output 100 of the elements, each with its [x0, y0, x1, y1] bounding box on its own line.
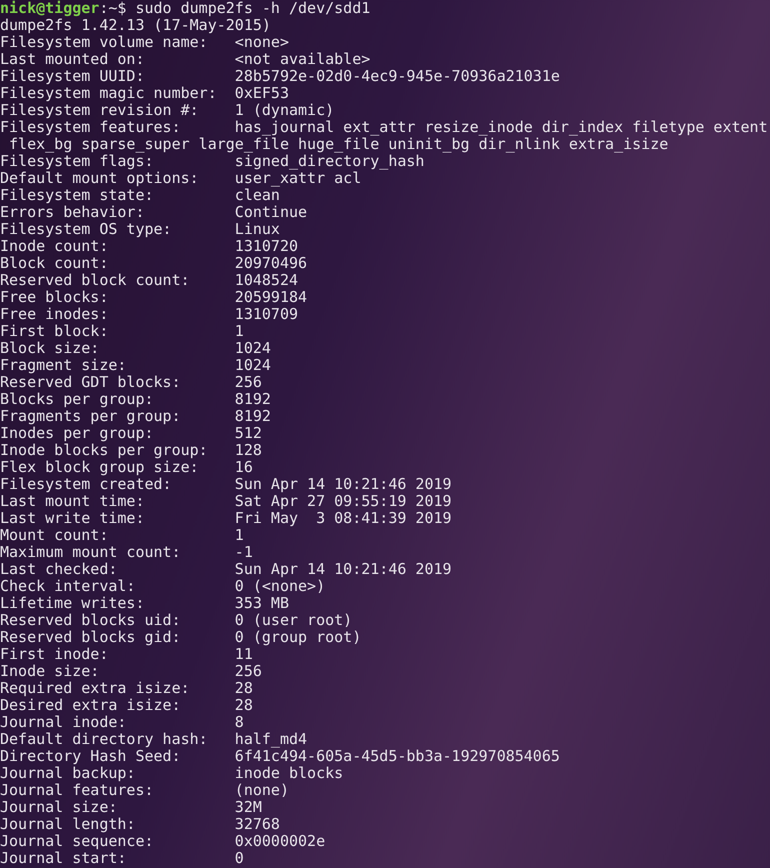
field-value: 8192: [234, 408, 271, 425]
field-value: 0: [234, 850, 244, 867]
field-label: Filesystem created:: [0, 476, 173, 493]
field-value: 1310709: [234, 306, 298, 323]
field-value: -1: [234, 544, 253, 561]
field-value: 0 (<none>): [234, 578, 326, 595]
field-label: Inode count:: [0, 238, 110, 255]
field-value: Sat Apr 27 09:55:19 2019: [234, 493, 452, 510]
field-value: Sun Apr 14 10:21:46 2019: [234, 561, 452, 578]
field-label: Default directory hash:: [0, 731, 209, 748]
field-value: 0x0000002e: [234, 833, 326, 850]
field-label: Filesystem volume name:: [0, 34, 208, 51]
field-label: Fragments per group:: [0, 408, 182, 425]
field-value: 1: [234, 527, 244, 544]
field-label: Errors behavior:: [0, 204, 146, 221]
field-value: 353 MB: [234, 595, 289, 612]
field-label: Blocks per group:: [0, 391, 155, 408]
field-value: Fri May 3 08:41:39 2019: [234, 510, 452, 527]
field-label: Filesystem magic number:: [0, 85, 218, 102]
field-value: <not available>: [234, 51, 370, 68]
field-value: 0 (user root): [234, 612, 352, 629]
field-label: Reserved blocks gid:: [0, 629, 182, 646]
field-value: Sun Apr 14 10:21:46 2019: [234, 476, 452, 493]
field-label: Reserved block count:: [0, 272, 191, 289]
field-label: Journal sequence:: [0, 833, 155, 850]
field-label: Journal start:: [0, 850, 126, 867]
field-value: Linux: [234, 221, 280, 238]
field-value: user_xattr acl: [234, 170, 362, 187]
field-label: Filesystem UUID:: [0, 68, 146, 85]
field-label: Free blocks:: [0, 289, 110, 306]
field-label: Filesystem flags:: [0, 153, 154, 170]
field-value: <none>: [234, 34, 289, 51]
field-value: 0xEF53: [234, 85, 289, 102]
field-label: Inodes per group:: [0, 425, 154, 442]
field-label: Last mounted on:: [0, 51, 146, 68]
field-value: 0 (group root): [234, 629, 362, 646]
field-label: Inode size:: [0, 663, 100, 680]
field-label: Filesystem OS type:: [0, 221, 173, 238]
field-label: Journal backup:: [0, 765, 136, 782]
field-label: Journal features:: [0, 782, 155, 799]
field-label: Required extra isize:: [0, 680, 191, 697]
field-value: (none): [234, 782, 289, 799]
prompt-symbol: $: [117, 0, 126, 17]
prompt-separator: :: [99, 0, 108, 17]
field-value: 32M: [234, 799, 262, 816]
field-label: Maximum mount count:: [0, 544, 182, 561]
field-label: Free inodes:: [0, 306, 110, 323]
field-value: 32768: [234, 816, 280, 833]
field-value: 1 (dynamic): [234, 102, 334, 119]
field-value: half_md4: [234, 731, 308, 748]
field-value: 28: [234, 680, 253, 697]
field-label: Filesystem features:: [0, 119, 182, 136]
field-value: 1024: [234, 340, 271, 357]
field-value: 1024: [234, 357, 271, 374]
field-value: 28: [234, 697, 253, 714]
field-label: Block size:: [0, 340, 100, 357]
field-label: First block:: [0, 323, 110, 340]
field-label: Last mount time:: [0, 493, 146, 510]
field-value: 1: [234, 323, 244, 340]
field-value: 11: [234, 646, 253, 663]
output-line: flex_bg sparse_super large_file huge_file uninit_bg dir_nlink extra_isize: [9, 136, 668, 153]
field-value: 1048524: [234, 272, 298, 289]
field-label: Inode blocks per group:: [0, 442, 209, 459]
field-label: Lifetime writes:: [0, 595, 146, 612]
field-label: Flex block group size:: [0, 459, 199, 476]
field-label: Reserved blocks uid:: [0, 612, 182, 629]
field-value: 28b5792e-02d0-4ec9-945e-70936a21031e: [234, 68, 560, 85]
field-value: 1310720: [234, 238, 298, 255]
field-value: 6f41c494-605a-45d5-bb3a-192970854065: [234, 748, 560, 765]
field-label: Desired extra isize:: [0, 697, 182, 714]
field-label: Block count:: [0, 255, 110, 272]
field-value: signed_directory_hash: [234, 153, 424, 170]
field-label: Last checked:: [0, 561, 118, 578]
field-value: Continue: [234, 204, 308, 221]
field-label: Directory Hash Seed:: [0, 748, 182, 765]
field-value: clean: [234, 187, 280, 204]
field-label: Mount count:: [0, 527, 110, 544]
prompt-user-host: nick@tigger: [0, 0, 100, 17]
field-value: 256: [234, 374, 262, 391]
output-line: dumpe2fs 1.42.13 (17-May-2015): [0, 17, 271, 34]
command-text: sudo dumpe2fs -h /dev/sdd1: [134, 0, 370, 17]
field-value: 16: [234, 459, 253, 476]
field-value: 128: [234, 442, 262, 459]
field-value: 256: [234, 663, 262, 680]
field-value: 512: [234, 425, 262, 442]
field-label: Last write time:: [0, 510, 146, 527]
field-value: 8192: [234, 391, 271, 408]
field-label: Check interval:: [0, 578, 136, 595]
field-label: Filesystem revision #:: [0, 102, 200, 119]
field-label: Default mount options:: [0, 170, 200, 187]
field-label: Filesystem state:: [0, 187, 154, 204]
field-value: 8: [234, 714, 244, 731]
field-label: Journal inode:: [0, 714, 128, 731]
field-label: Journal length:: [0, 816, 136, 833]
field-value: 20970496: [234, 255, 308, 272]
field-value: 20599184: [234, 289, 308, 306]
field-value: inode blocks: [234, 765, 344, 782]
field-value: has_journal ext_attr resize_inode dir_index filetype extent: [234, 119, 768, 136]
field-label: Fragment size:: [0, 357, 128, 374]
field-label: First inode:: [0, 646, 110, 663]
